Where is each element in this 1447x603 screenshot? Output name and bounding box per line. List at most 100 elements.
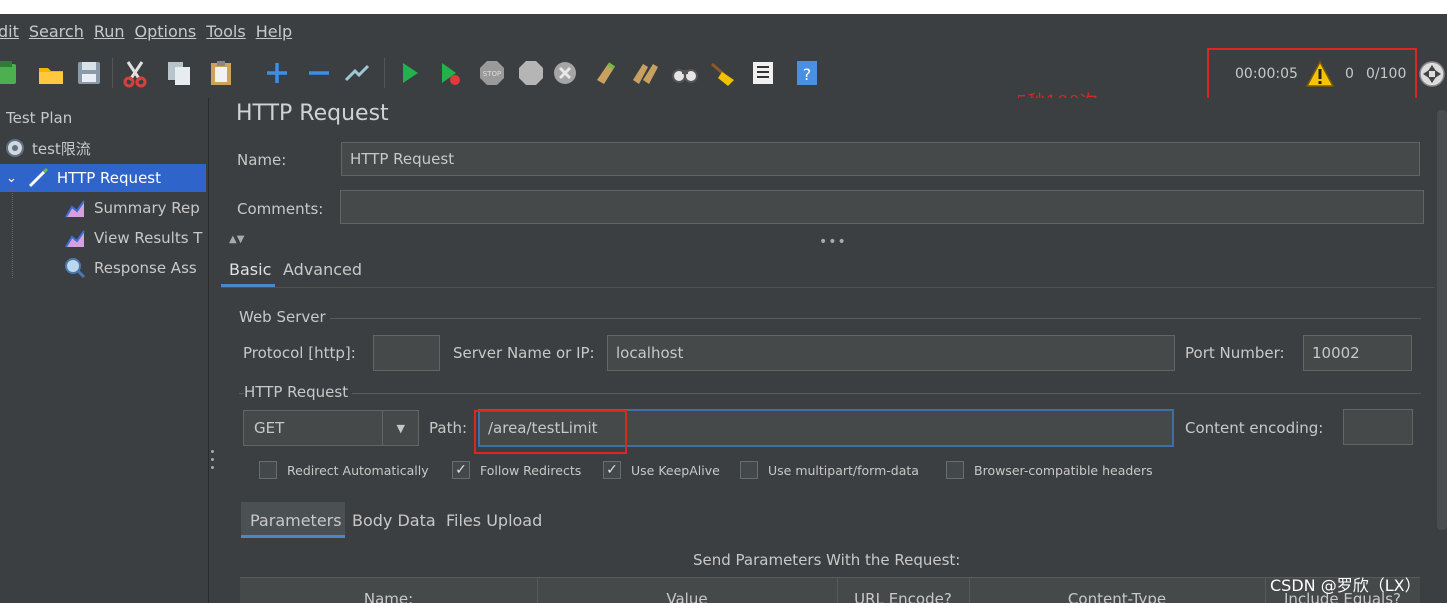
tree-item-summary-report[interactable]: Summary Rep — [64, 194, 208, 222]
column-header-value[interactable]: Value — [537, 590, 837, 603]
path-label: Path: — [429, 419, 468, 437]
port-field[interactable]: 10002 — [1303, 335, 1412, 371]
send-parameters-title: Send Parameters With the Request: — [693, 551, 961, 569]
elapsed-timer: 00:00:05 — [1235, 66, 1298, 82]
tree-item-response-assertion[interactable]: Response Ass — [64, 254, 208, 282]
protocol-field[interactable] — [373, 335, 440, 371]
tree-splitter[interactable] — [208, 98, 220, 603]
content-encoding-field[interactable] — [1343, 409, 1413, 445]
reset-search-icon[interactable] — [704, 56, 738, 90]
checkbox-label: Use KeepAlive — [631, 462, 720, 478]
chevron-down-icon[interactable]: ⌄ — [6, 171, 17, 186]
column-header-url-encode[interactable]: URL Encode? — [837, 590, 969, 603]
name-field[interactable]: HTTP Request — [341, 142, 1420, 176]
method-select[interactable]: GET ▼ — [243, 410, 419, 446]
collapse-arrows-icon[interactable]: ▲▼ — [229, 234, 244, 245]
paste-icon[interactable] — [204, 56, 238, 90]
check-icon[interactable]: ✓ — [603, 461, 621, 479]
tree-item-label: Summary Rep — [94, 199, 200, 217]
menu-tools[interactable]: Tools — [206, 22, 245, 41]
clear-icon[interactable] — [590, 56, 624, 90]
copy-icon[interactable] — [162, 56, 196, 90]
server-name-field[interactable]: localhost — [607, 335, 1175, 371]
tab-body-data[interactable]: Body Data — [352, 511, 436, 530]
chevron-down-icon[interactable]: ▼ — [382, 411, 418, 445]
tab-parameters[interactable]: Parameters — [250, 511, 342, 530]
cut-icon[interactable] — [118, 56, 152, 90]
checkbox-label: Follow Redirects — [480, 462, 582, 478]
checkbox-redirect-automatically[interactable]: Redirect Automatically — [259, 461, 429, 479]
collapse-icon[interactable] — [302, 56, 336, 90]
tab-active-indicator — [221, 284, 275, 287]
comments-field[interactable] — [340, 190, 1424, 224]
tree-guide-line — [12, 188, 13, 278]
tab-advanced[interactable]: Advanced — [283, 260, 362, 279]
chart-icon — [65, 200, 85, 218]
checkbox-use-multipart[interactable]: Use multipart/form-data — [740, 461, 919, 479]
save-icon[interactable] — [72, 56, 106, 90]
tree-item-label: HTTP Request — [56, 169, 161, 187]
checkbox-follow-redirects[interactable]: ✓ Follow Redirects — [452, 461, 581, 479]
shutdown-icon[interactable] — [514, 56, 548, 90]
vertical-scrollbar[interactable] — [1437, 110, 1447, 530]
name-label: Name: — [237, 151, 287, 169]
splitter-handle[interactable] — [211, 450, 215, 476]
menu-run[interactable]: Run — [94, 22, 125, 41]
toolbar-separator — [384, 58, 385, 88]
tree-item-test-plan[interactable]: Test Plan — [6, 104, 72, 132]
open-icon[interactable] — [34, 56, 68, 90]
stop-icon[interactable]: STOP — [475, 56, 509, 90]
remote-shutdown-icon[interactable] — [548, 56, 582, 90]
menu-search[interactable]: Search — [29, 22, 84, 41]
clear-all-icon[interactable] — [628, 56, 662, 90]
group-border — [239, 393, 1421, 394]
help-icon[interactable]: ? — [790, 56, 824, 90]
tree-item-label: Test Plan — [6, 109, 73, 127]
tab-files-upload[interactable]: Files Upload — [446, 511, 542, 530]
tree-item-label: test限流 — [32, 139, 91, 158]
warning-count: 0 — [1345, 66, 1354, 82]
tabs-divider — [221, 287, 1435, 288]
search-icon[interactable] — [668, 56, 702, 90]
magnifier-icon — [65, 258, 86, 279]
protocol-label: Protocol [http]: — [243, 344, 356, 362]
checkbox[interactable] — [740, 461, 758, 479]
test-plan-tree: Test Plan test限流 ⌄ HTTP Request Summary … — [0, 98, 208, 603]
more-dots-icon[interactable]: ••• — [819, 234, 847, 250]
function-helper-icon[interactable] — [746, 56, 780, 90]
checkbox-use-keepalive[interactable]: ✓ Use KeepAlive — [603, 461, 720, 479]
path-highlight-box — [474, 410, 627, 454]
toolbar-separator — [112, 58, 113, 88]
window-top-strip — [0, 0, 1447, 14]
tab-basic[interactable]: Basic — [229, 260, 271, 279]
checkbox[interactable] — [259, 461, 277, 479]
menu-options[interactable]: Options — [135, 22, 197, 41]
check-icon[interactable]: ✓ — [452, 461, 470, 479]
content-encoding-label: Content encoding: — [1185, 419, 1324, 437]
tree-item-thread-group[interactable]: test限流 — [4, 134, 91, 162]
checkbox[interactable] — [946, 461, 964, 479]
templates-icon[interactable] — [0, 56, 22, 90]
checkbox-browser-compatible-headers[interactable]: Browser-compatible headers — [946, 461, 1153, 479]
page-title: HTTP Request — [236, 101, 389, 126]
menu-edit[interactable]: dit — [0, 22, 19, 41]
group-title-http-request: HTTP Request — [244, 383, 353, 401]
start-no-pauses-icon[interactable] — [432, 56, 466, 90]
remote-engines-icon[interactable] — [1418, 60, 1446, 88]
tree-item-http-request[interactable]: ⌄ HTTP Request — [0, 164, 206, 192]
server-name-label: Server Name or IP: — [453, 344, 595, 362]
tree-item-label: Response Ass — [94, 259, 197, 277]
start-icon[interactable] — [392, 56, 426, 90]
warning-icon[interactable] — [1305, 59, 1335, 89]
toggle-icon[interactable] — [340, 56, 374, 90]
http-request-panel: HTTP Request Name: HTTP Request Comments… — [221, 98, 1435, 603]
column-header-content-type[interactable]: Content-Type — [969, 590, 1265, 603]
group-border — [239, 318, 1421, 319]
parameters-table-header: Name: Value URL Encode? Content-Type Inc… — [240, 577, 1420, 603]
method-value: GET — [254, 419, 285, 437]
svg-text:STOP: STOP — [483, 70, 501, 78]
column-header-name[interactable]: Name: — [240, 590, 537, 603]
expand-icon[interactable] — [260, 56, 294, 90]
menu-help[interactable]: Help — [256, 22, 292, 41]
tree-item-view-results[interactable]: View Results T — [64, 224, 208, 252]
